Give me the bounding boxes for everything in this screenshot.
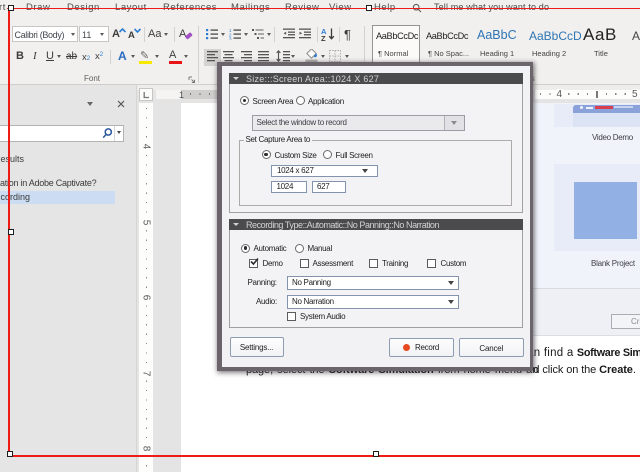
svg-text:3: 3 [229,37,232,41]
svg-text:Z: Z [321,34,326,41]
